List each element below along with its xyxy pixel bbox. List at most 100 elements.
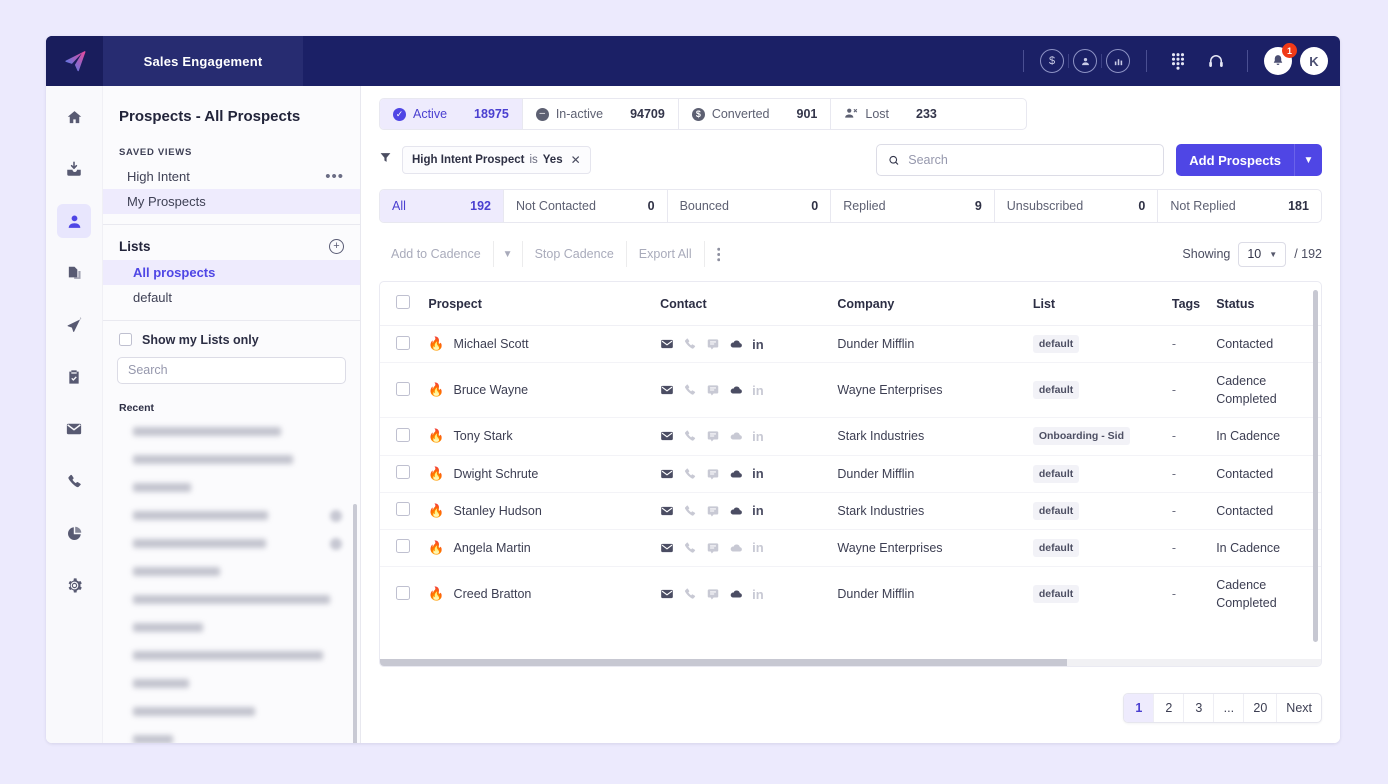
email-icon-button[interactable]	[660, 429, 674, 443]
sidebar-item-prospects[interactable]	[57, 204, 91, 238]
status-tab-lost[interactable]: Lost 233	[831, 99, 950, 129]
linkedin-icon-button[interactable]: in	[752, 503, 764, 518]
pagination-page-ellipsisellipsisellipsis[interactable]: ...	[1214, 694, 1244, 722]
row-checkbox[interactable]	[396, 502, 410, 516]
sidebar-item-accounts[interactable]	[57, 256, 91, 290]
table-row[interactable]: 🔥 Dwight Schrute in Dunder Mifflin defau…	[380, 455, 1321, 492]
notifications-button[interactable]: 1	[1264, 47, 1292, 75]
lists-search-input[interactable]	[128, 363, 335, 377]
status-tab-converted[interactable]: $ Converted 901	[679, 99, 832, 129]
page-size-select[interactable]: 10 ▼	[1238, 242, 1286, 267]
engagement-tab-bounced[interactable]: Bounced 0	[668, 190, 832, 222]
avatar[interactable]: K	[1300, 47, 1328, 75]
row-checkbox[interactable]	[396, 465, 410, 479]
email-icon-button[interactable]	[660, 337, 674, 351]
prospect-name[interactable]: Michael Scott	[454, 337, 529, 351]
sidebar-item-settings[interactable]	[57, 568, 91, 602]
table-row[interactable]: 🔥 Creed Bratton in Dunder Mifflin defaul…	[380, 566, 1321, 621]
email-icon-button[interactable]	[660, 541, 674, 555]
close-icon[interactable]: ✕	[571, 153, 581, 167]
export-all-button[interactable]: Export All	[627, 241, 705, 267]
table-horizontal-scrollbar-thumb[interactable]	[380, 659, 1067, 666]
phone-icon-button[interactable]	[683, 337, 697, 351]
recent-list-item[interactable]	[119, 474, 344, 502]
linkedin-icon-button[interactable]: in	[752, 383, 764, 398]
add-to-cadence-button[interactable]: Add to Cadence	[379, 241, 494, 267]
sms-icon-button[interactable]	[706, 383, 720, 397]
recent-list-item[interactable]	[119, 614, 344, 642]
sms-icon-button[interactable]	[706, 541, 720, 555]
email-icon-button[interactable]	[660, 467, 674, 481]
recent-list-item[interactable]	[119, 530, 344, 558]
sidebar-item-inbox[interactable]	[57, 152, 91, 186]
chevron-down-icon[interactable]: ▼	[1294, 144, 1322, 176]
table-row[interactable]: 🔥 Angela Martin in Wayne Enterprises def…	[380, 529, 1321, 566]
kebab-menu-icon[interactable]: •••	[325, 173, 344, 181]
row-checkbox[interactable]	[396, 539, 410, 553]
status-tab-active[interactable]: ✓ Active 18975	[380, 99, 523, 129]
pagination-next-button[interactable]: Next	[1277, 694, 1321, 722]
sidebar-item-cadences[interactable]	[57, 308, 91, 342]
headset-icon[interactable]	[1202, 47, 1230, 75]
cloud-icon-button[interactable]	[729, 587, 743, 601]
saved-view-high-intent[interactable]: High Intent •••	[103, 164, 360, 189]
sms-icon-button[interactable]	[706, 587, 720, 601]
cloud-icon-button[interactable]	[729, 383, 743, 397]
sidebar-item-home[interactable]	[57, 100, 91, 134]
sidebar-item-reports[interactable]	[57, 516, 91, 550]
recent-list-item[interactable]	[119, 558, 344, 586]
dialpad-icon[interactable]	[1164, 47, 1192, 75]
filter-chip[interactable]: High Intent Prospect is Yes ✕	[402, 146, 591, 174]
cloud-icon-button[interactable]	[729, 467, 743, 481]
column-header-list[interactable]: List	[1033, 282, 1172, 326]
table-horizontal-scrollbar-track[interactable]	[380, 659, 1321, 666]
list-item-all-prospects[interactable]: All prospects	[103, 260, 360, 285]
cloud-icon-button[interactable]	[729, 541, 743, 555]
column-header-contact[interactable]: Contact	[660, 282, 837, 326]
sidebar-item-emails[interactable]	[57, 412, 91, 446]
add-to-cadence-caret-icon[interactable]: ▼	[494, 241, 523, 267]
prospect-search-input[interactable]	[908, 153, 1152, 167]
add-prospects-button[interactable]: Add Prospects ▼	[1176, 144, 1322, 176]
plus-circle-icon[interactable]: +	[329, 239, 344, 254]
pagination-page-3[interactable]: 3	[1184, 694, 1214, 722]
row-checkbox[interactable]	[396, 336, 410, 350]
prospect-name[interactable]: Stanley Hudson	[454, 504, 542, 518]
show-my-lists-only-checkbox[interactable]	[119, 333, 132, 346]
show-my-lists-only-row[interactable]: Show my Lists only	[103, 320, 360, 357]
recent-list-item[interactable]	[119, 698, 344, 726]
table-row[interactable]: 🔥 Bruce Wayne in Wayne Enterprises defau…	[380, 363, 1321, 418]
recent-list-item[interactable]	[119, 586, 344, 614]
sidebar-item-calls[interactable]	[57, 464, 91, 498]
status-tab-in-active[interactable]: – In-active 94709	[523, 99, 679, 129]
column-header-tags[interactable]: Tags	[1172, 282, 1216, 326]
lists-search[interactable]	[117, 357, 346, 384]
user-circle-icon[interactable]	[1073, 49, 1097, 73]
email-icon-button[interactable]	[660, 504, 674, 518]
list-item-default[interactable]: default	[103, 285, 360, 310]
linkedin-icon-button[interactable]: in	[752, 337, 764, 352]
phone-icon-button[interactable]	[683, 587, 697, 601]
sms-icon-button[interactable]	[706, 467, 720, 481]
filter-icon[interactable]	[379, 151, 392, 169]
sidebar-item-tasks[interactable]	[57, 360, 91, 394]
email-icon-button[interactable]	[660, 587, 674, 601]
engagement-tab-not-replied[interactable]: Not Replied 181	[1158, 190, 1321, 222]
engagement-tab-unsubscribed[interactable]: Unsubscribed 0	[995, 190, 1159, 222]
phone-icon-button[interactable]	[683, 383, 697, 397]
prospect-name[interactable]: Creed Bratton	[454, 587, 532, 601]
pagination-page-1[interactable]: 1	[1124, 694, 1154, 722]
recent-list-item[interactable]	[119, 726, 344, 743]
phone-icon-button[interactable]	[683, 504, 697, 518]
recent-list-item[interactable]	[119, 642, 344, 670]
table-row[interactable]: 🔥 Stanley Hudson in Stark Industries def…	[380, 492, 1321, 529]
prospect-name[interactable]: Angela Martin	[454, 541, 531, 555]
cloud-icon-button[interactable]	[729, 429, 743, 443]
cloud-icon-button[interactable]	[729, 504, 743, 518]
cloud-icon-button[interactable]	[729, 337, 743, 351]
column-header-prospect[interactable]: Prospect	[428, 282, 660, 326]
sms-icon-button[interactable]	[706, 429, 720, 443]
row-checkbox[interactable]	[396, 586, 410, 600]
column-header-status[interactable]: Status	[1216, 282, 1321, 326]
prospect-name[interactable]: Tony Stark	[454, 429, 513, 443]
